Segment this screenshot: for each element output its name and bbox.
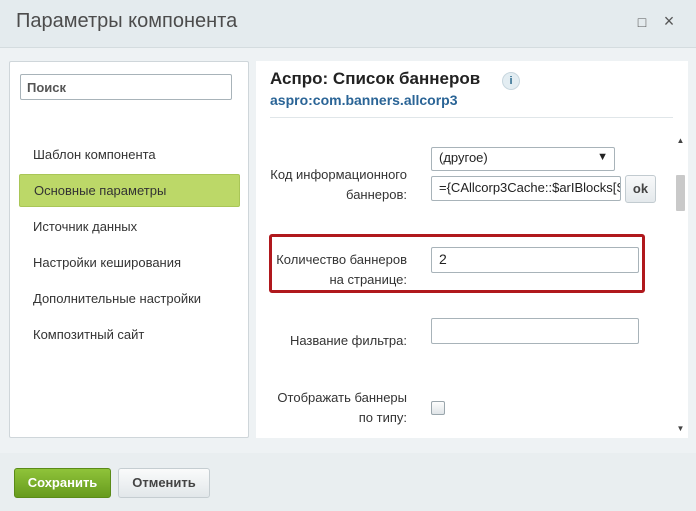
params-panel: Аспро: Список баннеров i aspro:com.banne… bbox=[256, 61, 688, 438]
scrollbar[interactable]: ▲ ▼ bbox=[673, 136, 688, 436]
ok-button[interactable]: ok bbox=[625, 175, 656, 203]
sidebar-item-template[interactable]: Шаблон компонента bbox=[19, 138, 240, 171]
by-type-checkbox[interactable] bbox=[431, 401, 445, 415]
divider bbox=[270, 117, 673, 118]
sidebar-item-additional[interactable]: Дополнительные настройки bbox=[19, 282, 240, 315]
scroll-up-icon[interactable]: ▲ bbox=[673, 136, 688, 145]
scroll-down-icon[interactable]: ▼ bbox=[673, 424, 688, 433]
filter-label: Название фильтра: bbox=[289, 333, 407, 348]
cancel-button[interactable]: Отменить bbox=[118, 468, 210, 498]
component-title: Аспро: Список баннеров bbox=[270, 69, 481, 88]
sidebar-item-composite[interactable]: Композитный сайт bbox=[19, 318, 240, 351]
by-type-label: Отображать баннеры по типу: bbox=[277, 390, 407, 425]
iblock-label: Код информационного баннеров: bbox=[270, 167, 407, 202]
maximize-icon[interactable]: □ bbox=[634, 14, 650, 30]
scroll-thumb[interactable] bbox=[676, 175, 685, 211]
info-icon[interactable]: i bbox=[502, 72, 520, 90]
iblock-code-input[interactable]: ={CAllcorp3Cache::$arIBlocks[S bbox=[431, 176, 621, 201]
sidebar-item-main-params[interactable]: Основные параметры bbox=[19, 174, 240, 207]
chevron-down-icon: ▼ bbox=[597, 151, 608, 163]
dialog-titlebar: Параметры компонента □ × bbox=[0, 0, 696, 48]
count-label: Количество баннеров на странице: bbox=[276, 252, 407, 287]
iblock-select[interactable]: (другое) ▼ bbox=[431, 147, 615, 171]
search-input[interactable] bbox=[20, 74, 232, 100]
count-input[interactable]: 2 bbox=[431, 247, 639, 273]
close-icon[interactable]: × bbox=[661, 12, 677, 30]
save-button[interactable]: Сохранить bbox=[14, 468, 111, 498]
component-code: aspro:com.banners.allcorp3 bbox=[270, 92, 458, 108]
filter-input[interactable] bbox=[431, 318, 639, 344]
sidebar-nav: Шаблон компонента Основные параметры Ист… bbox=[19, 138, 240, 354]
sidebar: Шаблон компонента Основные параметры Ист… bbox=[9, 61, 249, 438]
sidebar-item-cache[interactable]: Настройки кеширования bbox=[19, 246, 240, 279]
sidebar-item-data-source[interactable]: Источник данных bbox=[19, 210, 240, 243]
dialog-title: Параметры компонента bbox=[16, 10, 238, 32]
